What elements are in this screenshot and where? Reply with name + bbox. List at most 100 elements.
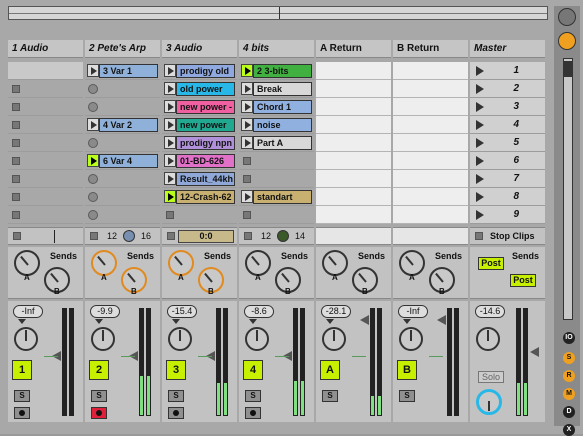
clip-launch-icon[interactable]: [164, 64, 176, 77]
master-pan-knob[interactable]: [476, 327, 500, 351]
arm-button[interactable]: [168, 407, 184, 419]
return-header[interactable]: B Return: [393, 40, 468, 58]
clip-slot[interactable]: [8, 116, 83, 134]
clip-slot[interactable]: [239, 152, 314, 170]
clip-slot[interactable]: [85, 170, 160, 188]
clip[interactable]: 2 3-bits: [253, 64, 312, 78]
clip[interactable]: 01-BD-626: [176, 154, 235, 168]
post-button-a[interactable]: Post: [478, 257, 504, 270]
scene-launch-icon[interactable]: [476, 102, 484, 112]
solo-button[interactable]: S: [168, 390, 184, 402]
post-button-b[interactable]: Post: [510, 274, 536, 287]
clip-slot[interactable]: 4 Var 2: [85, 116, 160, 134]
solo-button[interactable]: S: [399, 390, 415, 402]
clip-launch-icon[interactable]: [164, 154, 176, 167]
scene-slot[interactable]: 8: [470, 188, 545, 206]
scene-launch-icon[interactable]: [476, 138, 484, 148]
pan-knob[interactable]: [91, 327, 115, 351]
track-activator-button[interactable]: 3: [166, 360, 186, 380]
clip[interactable]: 12-Crash-62: [176, 190, 235, 204]
mixer-toggle-icon[interactable]: [558, 32, 576, 50]
volume-display[interactable]: -28.1: [321, 305, 351, 318]
arm-button[interactable]: [245, 407, 261, 419]
clip-slot[interactable]: new power -: [162, 98, 237, 116]
record-slot-icon[interactable]: [88, 102, 98, 112]
clip-slot[interactable]: [8, 170, 83, 188]
clip-launch-icon[interactable]: [164, 82, 176, 95]
record-slot-icon[interactable]: [88, 210, 98, 220]
clip-slot[interactable]: standart: [239, 188, 314, 206]
clip-slot[interactable]: [239, 206, 314, 224]
menu-icon[interactable]: [558, 8, 576, 26]
clip-slot[interactable]: new power: [162, 116, 237, 134]
clip-slot[interactable]: prodigy npn: [162, 134, 237, 152]
scene-launch-icon[interactable]: [476, 84, 484, 94]
pan-knob[interactable]: [14, 327, 38, 351]
track-header[interactable]: 1 Audio: [8, 40, 83, 58]
clip-launch-icon[interactable]: [241, 64, 253, 77]
clip[interactable]: Result_44kh: [176, 172, 235, 186]
track-activator-button[interactable]: 4: [243, 360, 263, 380]
clip[interactable]: Chord 1: [253, 100, 312, 114]
clip-stop-icon[interactable]: [12, 157, 20, 165]
sends-toggle[interactable]: S: [563, 352, 575, 364]
pan-knob[interactable]: [245, 327, 269, 351]
scene-slot[interactable]: 7: [470, 170, 545, 188]
clip-slot[interactable]: [85, 134, 160, 152]
clip-launch-icon[interactable]: [241, 100, 253, 113]
clip[interactable]: new power: [176, 118, 235, 132]
clip-slot[interactable]: Break: [239, 80, 314, 98]
clip[interactable]: 3 Var 1: [99, 64, 158, 78]
clip-slot[interactable]: [8, 80, 83, 98]
track-header[interactable]: 4 bits: [239, 40, 314, 58]
volume-fader-handle[interactable]: [437, 315, 446, 325]
scene-launch-icon[interactable]: [476, 192, 484, 202]
clip-slot[interactable]: [8, 206, 83, 224]
track-header[interactable]: 2 Pete's Arp: [85, 40, 160, 58]
clip-stop-icon[interactable]: [12, 193, 20, 201]
vertical-scrollbar[interactable]: [563, 58, 573, 320]
track-header[interactable]: 3 Audio: [162, 40, 237, 58]
clip-stop-icon[interactable]: [243, 157, 251, 165]
clip-slot[interactable]: noise: [239, 116, 314, 134]
solo-button[interactable]: S: [14, 390, 30, 402]
clip-slot[interactable]: [85, 98, 160, 116]
track-stop-icon[interactable]: [167, 232, 175, 240]
mixer-toggle[interactable]: M: [563, 388, 575, 400]
clip-slot[interactable]: old power: [162, 80, 237, 98]
scene-launch-icon[interactable]: [476, 120, 484, 130]
track-activator-button[interactable]: 2: [89, 360, 109, 380]
clip-slot[interactable]: [239, 170, 314, 188]
pan-knob[interactable]: [322, 327, 346, 351]
master-volume-display[interactable]: -14.6: [475, 305, 505, 318]
solo-button[interactable]: S: [245, 390, 261, 402]
clip-launch-icon[interactable]: [241, 82, 253, 95]
clip-slot[interactable]: Chord 1: [239, 98, 314, 116]
scene-launch-icon[interactable]: [476, 210, 484, 220]
track-stop-icon[interactable]: [244, 232, 252, 240]
delay-toggle[interactable]: D: [563, 406, 575, 418]
master-solo-button[interactable]: Solo: [478, 371, 504, 383]
clip[interactable]: standart: [253, 190, 312, 204]
volume-display[interactable]: -9.9: [90, 305, 120, 318]
stop-clips-label[interactable]: Stop Clips: [490, 231, 535, 241]
scroll-thumb[interactable]: [564, 61, 572, 77]
clip-stop-icon[interactable]: [12, 121, 20, 129]
clip-launch-icon[interactable]: [164, 172, 176, 185]
scene-slot[interactable]: 2: [470, 80, 545, 98]
scene-slot[interactable]: 6: [470, 152, 545, 170]
clip-slot[interactable]: prodigy old: [162, 62, 237, 80]
arrangement-overview[interactable]: [8, 6, 548, 20]
clip-launch-icon[interactable]: [87, 118, 99, 131]
clip-slot[interactable]: [8, 188, 83, 206]
master-fader-handle[interactable]: [530, 347, 539, 357]
clip-stop-icon[interactable]: [12, 139, 20, 147]
clip-stop-icon[interactable]: [12, 85, 20, 93]
clip-stop-icon[interactable]: [166, 211, 174, 219]
volume-display[interactable]: -15.4: [167, 305, 197, 318]
pan-knob[interactable]: [399, 327, 423, 351]
clip[interactable]: 4 Var 2: [99, 118, 158, 132]
clip-slot[interactable]: Result_44kh: [162, 170, 237, 188]
solo-button[interactable]: S: [322, 390, 338, 402]
clip-launch-icon[interactable]: [241, 190, 253, 203]
